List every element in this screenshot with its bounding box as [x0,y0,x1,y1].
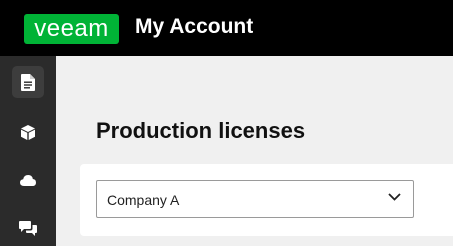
top-bar: veeam My Account [0,0,453,56]
main-content: Production licenses Company A [56,56,453,246]
company-select-value: Company A [107,192,180,208]
box-icon [21,124,35,140]
filter-card: Company A [80,164,453,236]
company-select[interactable]: Company A [96,180,414,218]
sidebar-item-products[interactable] [12,116,44,148]
sidebar [0,56,56,246]
cloud-icon [20,174,36,186]
chevron-down-icon [388,193,401,201]
page-title: Production licenses [96,118,306,143]
sidebar-item-documents[interactable] [12,66,44,98]
app-window: veeam My Account Production licenses Com… [0,0,453,246]
sidebar-item-cloud[interactable] [12,164,44,196]
sidebar-item-support[interactable] [12,212,44,244]
app-title: My Account [135,15,254,38]
document-icon [21,73,35,91]
chat-icon [19,220,37,236]
veeam-logo[interactable]: veeam [24,14,119,44]
